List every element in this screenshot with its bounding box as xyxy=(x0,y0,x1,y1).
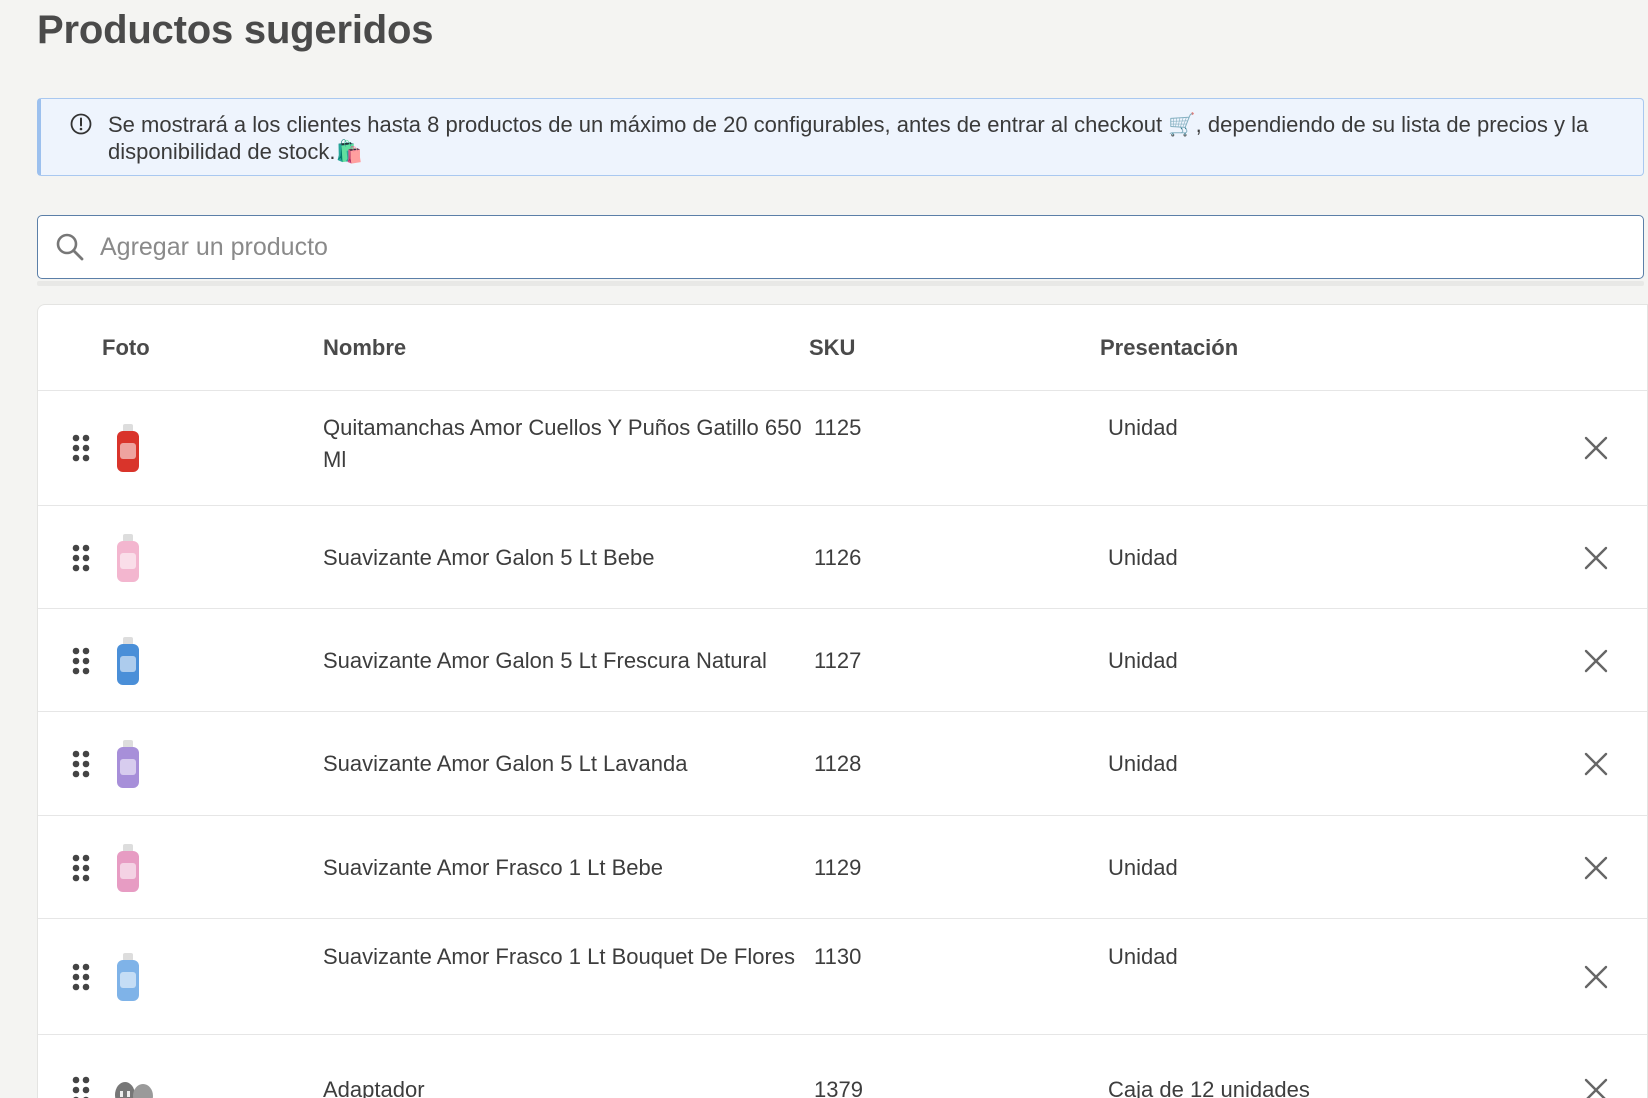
product-sku: 1130 xyxy=(814,944,862,969)
drag-handle-icon[interactable] xyxy=(72,647,90,675)
remove-product-button[interactable] xyxy=(1582,750,1610,778)
product-sku: 1126 xyxy=(814,544,862,570)
product-search-box[interactable] xyxy=(37,215,1644,279)
product-name: Quitamanchas Amor Cuellos Y Puños Gatill… xyxy=(323,415,802,472)
product-name: Suavizante Amor Galon 5 Lt Frescura Natu… xyxy=(323,647,767,673)
column-header-photo: Foto xyxy=(102,335,150,360)
product-sku: 1129 xyxy=(814,854,862,880)
drag-handle-icon[interactable] xyxy=(72,1076,90,1098)
product-sku: 1127 xyxy=(814,647,862,673)
drag-handle-icon[interactable] xyxy=(72,544,90,572)
product-name: Suavizante Amor Galon 5 Lt Bebe xyxy=(323,544,655,570)
drag-handle-icon[interactable] xyxy=(72,750,90,778)
remove-product-button[interactable] xyxy=(1582,963,1610,991)
product-sku: 1128 xyxy=(814,751,862,776)
table-row: Suavizante Amor Frasco 1 Lt Bebe 1129 Unid… xyxy=(38,816,1647,919)
table-row: Suavizante Amor Galon 5 Lt Bebe 1126 Unida… xyxy=(38,506,1647,609)
column-header-sku: SKU xyxy=(809,335,856,360)
column-header-presentation: Presentación xyxy=(1100,335,1239,360)
remove-product-button[interactable] xyxy=(1582,544,1610,572)
table-row: Quitamanchas Amor Cuellos Y Puños Gatill… xyxy=(38,390,1647,506)
info-circle-icon xyxy=(70,113,92,135)
product-presentation: Unidad xyxy=(1108,854,1178,880)
table-row: Suavizante Amor Galon 5 Lt Lavanda 1128 Un… xyxy=(38,712,1647,816)
remove-product-button[interactable] xyxy=(1582,854,1610,882)
product-name: Suavizante Amor Frasco 1 Lt Bebe xyxy=(323,854,663,880)
table-row: Suavizante Amor Frasco 1 Lt Bouquet De F… xyxy=(38,919,1647,1035)
suggested-products-table: Foto Nombre SKU Presentación Quitamancha… xyxy=(37,304,1648,1098)
product-photo xyxy=(115,1082,153,1098)
table-row: Adaptador 1379 Caja de 12 unidades xyxy=(38,1035,1647,1098)
product-presentation: Caja de 12 unidades xyxy=(1108,1077,1310,1098)
search-underline xyxy=(37,281,1644,286)
column-header-name: Nombre xyxy=(323,335,407,360)
info-banner: Se mostrará a los clientes hasta 8 produ… xyxy=(37,98,1644,176)
product-photo xyxy=(117,843,139,892)
product-name: Suavizante Amor Galon 5 Lt Lavanda xyxy=(323,751,688,776)
product-presentation: Unidad xyxy=(1108,647,1178,673)
search-input[interactable] xyxy=(100,224,1600,270)
drag-handle-icon[interactable] xyxy=(72,963,90,991)
remove-product-button[interactable] xyxy=(1582,1076,1610,1098)
info-banner-text: Se mostrará a los clientes hasta 8 produ… xyxy=(108,112,1589,164)
product-name: Adaptador xyxy=(323,1077,425,1098)
product-name: Suavizante Amor Frasco 1 Lt Bouquet De F… xyxy=(323,944,796,969)
table-row: Suavizante Amor Galon 5 Lt Frescura Natu… xyxy=(38,609,1647,712)
product-presentation: Unidad xyxy=(1108,751,1178,776)
product-sku: 1125 xyxy=(814,415,862,440)
product-presentation: Unidad xyxy=(1108,415,1178,440)
product-photo xyxy=(117,533,139,582)
remove-product-button[interactable] xyxy=(1582,647,1610,675)
product-photo xyxy=(117,636,139,685)
search-icon xyxy=(56,233,84,261)
page-title: Productos sugeridos xyxy=(37,8,434,52)
product-photo xyxy=(117,953,139,1001)
drag-handle-icon[interactable] xyxy=(72,434,90,462)
product-photo xyxy=(117,740,139,788)
product-presentation: Unidad xyxy=(1108,544,1178,570)
product-photo xyxy=(117,424,139,472)
drag-handle-icon[interactable] xyxy=(72,854,90,882)
product-sku: 1379 xyxy=(814,1077,863,1098)
product-presentation: Unidad xyxy=(1108,944,1178,969)
remove-product-button[interactable] xyxy=(1582,434,1610,462)
